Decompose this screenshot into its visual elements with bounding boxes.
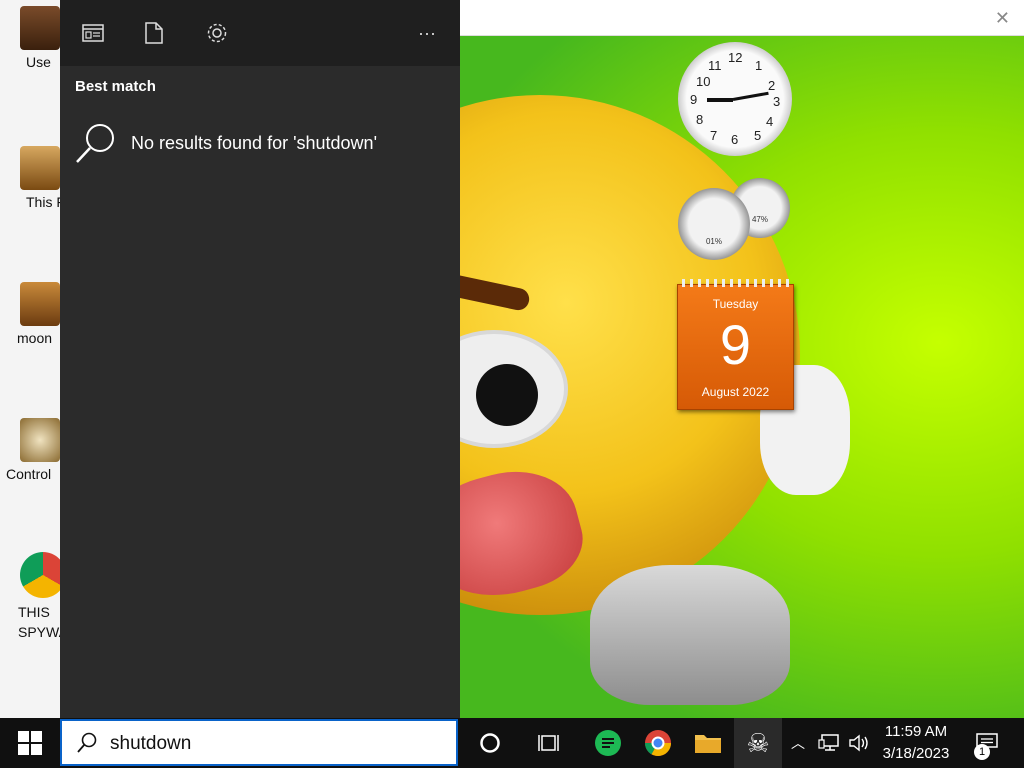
apps-icon (82, 24, 104, 42)
desktop-icon-label: This F (26, 194, 65, 210)
taskbar-app-notes[interactable] (584, 718, 632, 768)
calendar-month-year: August 2022 (701, 385, 770, 399)
desktop-icon-chrome[interactable]: THIS SPYWA (0, 552, 69, 642)
network-tray-button[interactable] (814, 718, 844, 768)
cortana-button[interactable] (466, 718, 514, 768)
taskbar-search-box[interactable] (60, 719, 458, 766)
background-window-titlebar: ✕ (460, 0, 1024, 36)
show-hidden-icons-button[interactable]: ︿ (786, 718, 810, 768)
emoji-eye (460, 330, 568, 448)
chevron-up-icon: ︿ (791, 735, 805, 751)
taskbar-app-chrome[interactable] (634, 718, 682, 768)
computer-icon (20, 146, 60, 190)
desktop-icon-label: Control (6, 466, 52, 482)
sheets-app-icon (595, 730, 621, 756)
clock-tray-text: 11:59 AM 3/18/2023 (883, 721, 950, 765)
clock-number: 9 (690, 92, 698, 107)
no-results-text: No results found for 'shutdown' (131, 132, 378, 153)
skull-icon: ☠ (746, 727, 770, 758)
clock-number: 4 (766, 114, 774, 129)
settings-filter-button[interactable] (202, 18, 232, 48)
documents-filter-button[interactable] (139, 18, 169, 48)
emoji-tongue (460, 456, 593, 614)
network-icon (818, 734, 839, 751)
close-icon[interactable]: ✕ (995, 8, 1010, 29)
more-icon: ··· (418, 22, 436, 43)
cpu-meter-big[interactable]: 01% (678, 188, 750, 260)
start-search-panel: ··· Best match No results found for 'shu… (60, 0, 460, 718)
emoji-shoe (590, 565, 790, 705)
user-folder-icon (20, 6, 60, 50)
taskbar-app-file-explorer[interactable] (684, 718, 732, 768)
search-magnifier-icon (76, 124, 114, 163)
calendar-day: 9 (719, 313, 752, 376)
clock-tray[interactable]: 11:59 AM 3/18/2023 (876, 718, 956, 768)
task-view-icon (538, 735, 559, 751)
clock-hour-hand (707, 98, 733, 102)
clock-number: 6 (731, 132, 739, 147)
desktop-icon-control-panel[interactable]: Control (0, 418, 62, 482)
volume-tray-button[interactable] (846, 718, 872, 768)
calendar-day-of-week: Tuesday (712, 297, 759, 311)
desktop-icon-moon[interactable]: moon (0, 282, 62, 346)
desktop-icon-label: THIS SPYWA (18, 604, 69, 640)
tray-time: 11:59 AM (884, 723, 948, 740)
volume-icon (849, 734, 868, 752)
desktop-icon-label: moon (17, 330, 53, 346)
clock-number: 1 (755, 58, 763, 73)
tray-date: 3/18/2023 (882, 745, 950, 762)
settings-icon (207, 23, 227, 43)
emoji-brow (460, 269, 532, 313)
moon-app-icon (20, 282, 60, 326)
clock-number: 8 (696, 112, 704, 127)
control-panel-icon (20, 418, 60, 462)
chrome-icon (644, 730, 672, 757)
calendar-gadget[interactable]: Tuesday 9 August 2022 (677, 279, 794, 410)
desktop-icon-user[interactable]: Use (0, 6, 62, 70)
more-options-button[interactable]: ··· (412, 18, 442, 48)
emoji-pupil (476, 364, 538, 426)
clock-number: 10 (696, 74, 711, 89)
desktop-icon-label: Use (26, 54, 51, 70)
clock-number: 11 (708, 58, 722, 73)
taskbar-app-skull[interactable]: ☠ (734, 718, 782, 768)
best-match-heading: Best match (75, 78, 156, 95)
search-icon (77, 732, 97, 753)
desktop-icon-this-pc[interactable]: This F (0, 146, 65, 210)
start-button[interactable] (0, 718, 60, 768)
clock-number: 3 (773, 94, 781, 109)
clock-number: 5 (754, 128, 762, 143)
task-view-button[interactable] (526, 718, 574, 768)
search-panel-toolbar: ··· (60, 0, 460, 66)
clock-number: 7 (710, 128, 718, 143)
clock-number: 12 (728, 50, 743, 65)
folder-icon (695, 735, 721, 753)
clock-number: 2 (768, 78, 776, 93)
notification-count-badge: 1 (974, 744, 990, 760)
windows-logo-icon (18, 731, 42, 755)
clock-minute-hand (732, 91, 769, 101)
search-input[interactable] (108, 730, 442, 758)
clock-gadget[interactable]: 12 1 2 3 4 5 6 7 8 9 10 11 (678, 42, 792, 156)
apps-filter-button[interactable] (78, 18, 108, 48)
search-result-item[interactable]: No results found for 'shutdown' (75, 118, 445, 168)
calendar-rings (682, 279, 789, 287)
action-center-button[interactable]: 1 (962, 718, 1012, 768)
meter-big-label: 01% (705, 237, 722, 246)
documents-icon (145, 22, 163, 44)
cortana-circle-icon (480, 733, 500, 753)
